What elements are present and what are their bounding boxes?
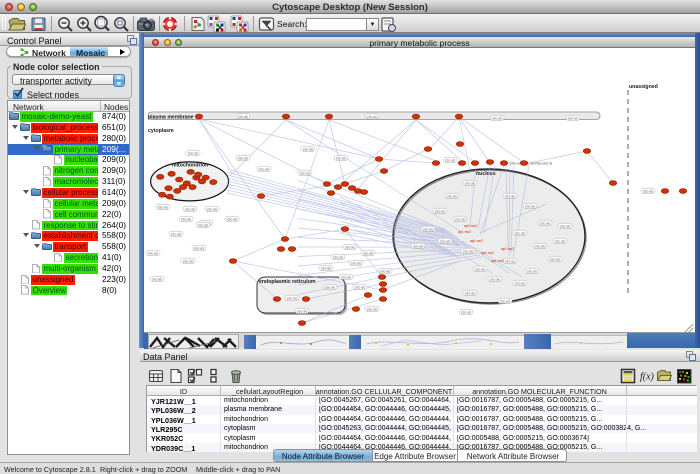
svg-text:(Sc-al): (Sc-al) — [515, 281, 525, 285]
svg-text:(Sc-al): (Sc-al) — [300, 171, 310, 175]
svg-text:(Sc-al): (Sc-al) — [475, 267, 485, 271]
svg-text:(Sc-al): (Sc-al) — [287, 296, 297, 300]
svg-text:(Sc-al): (Sc-al) — [207, 207, 217, 211]
svg-text:(Sc-al): (Sc-al) — [440, 239, 450, 243]
svg-text:(Sc-al): (Sc-al) — [535, 244, 545, 248]
svg-text:(Sc-al): (Sc-al) — [500, 299, 510, 303]
svg-text:(Sc-al): (Sc-al) — [367, 114, 377, 118]
svg-text:(Sc-al): (Sc-al) — [490, 277, 500, 281]
svg-text:(Sc-al): (Sc-al) — [568, 116, 578, 120]
svg-text:(Sc-al): (Sc-al) — [363, 251, 373, 255]
svg-text:f(x): f(x) — [640, 372, 655, 383]
svg-text:(Sc-al): (Sc-al) — [183, 259, 193, 263]
svg-text:(Sc-al): (Sc-al) — [185, 207, 195, 211]
svg-text:(Sc-al): (Sc-al) — [336, 156, 346, 160]
svg-text:plasma membrane: plasma membrane — [148, 114, 194, 120]
svg-text:ap1 mc2: ap1 mc2 — [481, 251, 494, 255]
svg-text:ap1 mc2: ap1 mc2 — [470, 239, 483, 243]
svg-text:(Sc-al): (Sc-al) — [303, 147, 313, 151]
svg-text:nucleus: nucleus — [476, 171, 496, 177]
svg-text:(Sc-al): (Sc-al) — [435, 209, 445, 213]
svg-text:(Sc-al): (Sc-al) — [171, 232, 181, 236]
svg-text:(Sc-al): (Sc-al) — [297, 309, 307, 313]
svg-text:ap1 mc2: ap1 mc2 — [464, 224, 477, 228]
svg-text:(Sc-al): (Sc-al) — [367, 307, 377, 311]
svg-text:(Sc-al): (Sc-al) — [525, 204, 535, 208]
svg-text:endoplasmic reticulum: endoplasmic reticulum — [259, 279, 316, 285]
svg-text:(Sc-al): (Sc-al) — [238, 156, 248, 160]
svg-text:cytoplasm: cytoplasm — [148, 128, 174, 134]
svg-text:(Sc-al): (Sc-al) — [380, 269, 390, 273]
svg-text:(Sc-al): (Sc-al) — [447, 194, 457, 198]
svg-text:(Sc-al): (Sc-al) — [423, 227, 433, 231]
svg-text:(Sc-al): (Sc-al) — [505, 194, 515, 198]
svg-text:(Sc-al): (Sc-al) — [148, 251, 158, 255]
svg-text:(Sc-al): (Sc-al) — [181, 217, 191, 221]
svg-text:(Sc-al): (Sc-al) — [445, 158, 455, 162]
svg-text:(Sc-al): (Sc-al) — [540, 221, 550, 225]
svg-text:(Sc-al): (Sc-al) — [341, 275, 351, 279]
svg-text:(Sc-al): (Sc-al) — [527, 269, 537, 273]
svg-text:(Sc-al): (Sc-al) — [355, 285, 365, 289]
svg-text:mito-axl mito-al mito-cb2-al: mito-axl mito-al mito-cb2-al — [509, 161, 552, 165]
svg-text:(Sc-al): (Sc-al) — [455, 217, 465, 221]
svg-text:(Sc-al): (Sc-al) — [345, 245, 355, 249]
svg-text:(Sc-al): (Sc-al) — [227, 217, 237, 221]
svg-text:(Sc-al): (Sc-al) — [550, 257, 560, 261]
svg-text:(Sc-al): (Sc-al) — [325, 285, 335, 289]
svg-text:(Sc-al): (Sc-al) — [555, 239, 565, 243]
svg-text:ap1 mc2: ap1 mc2 — [458, 230, 471, 234]
svg-text:(Sc-al): (Sc-al) — [158, 205, 168, 209]
svg-text:unassigned: unassigned — [629, 84, 658, 90]
svg-text:(Sc-al): (Sc-al) — [152, 277, 162, 281]
svg-text:(Sc-al): (Sc-al) — [643, 189, 653, 193]
svg-text:mitochondrion: mitochondrion — [172, 162, 208, 168]
svg-text:(Sc-al): (Sc-al) — [492, 116, 502, 120]
svg-text:(Sc-al): (Sc-al) — [198, 223, 208, 227]
svg-text:(Sc-al): (Sc-al) — [413, 244, 423, 248]
svg-text:(Sc-al): (Sc-al) — [465, 181, 475, 185]
svg-text:(Sc-al): (Sc-al) — [259, 167, 269, 171]
svg-text:ap1 mc2: ap1 mc2 — [491, 259, 504, 263]
svg-text:(Sc-al): (Sc-al) — [515, 231, 525, 235]
svg-text:(Sc-al): (Sc-al) — [238, 114, 248, 118]
svg-text:(Sc-al): (Sc-al) — [351, 261, 361, 265]
svg-text:(Sc-al): (Sc-al) — [333, 255, 343, 259]
svg-text:(Sc-al): (Sc-al) — [505, 259, 515, 263]
svg-text:(Sc-al): (Sc-al) — [321, 266, 331, 270]
svg-text:(Sc-al): (Sc-al) — [463, 249, 473, 253]
svg-text:(Sc-al): (Sc-al) — [461, 310, 471, 314]
svg-text:(Sc-al): (Sc-al) — [560, 224, 570, 228]
svg-text:ap1 mc2: ap1 mc2 — [501, 247, 514, 251]
svg-text:(Sc-al): (Sc-al) — [465, 291, 475, 295]
svg-text:(Sc-al): (Sc-al) — [188, 151, 198, 155]
svg-text:(Sc-al): (Sc-al) — [194, 246, 204, 250]
